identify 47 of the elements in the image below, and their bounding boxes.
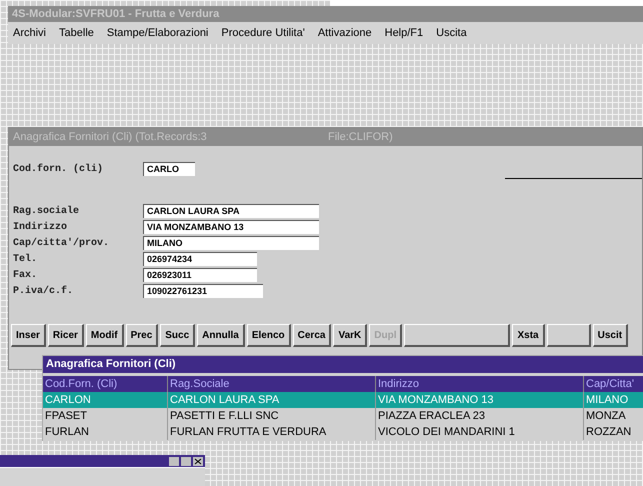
- input-field[interactable]: CARLO: [143, 162, 195, 176]
- input-field[interactable]: 026923011: [143, 268, 257, 282]
- menu-item[interactable]: Tabelle: [59, 24, 94, 42]
- column-header[interactable]: Indirizzo: [376, 376, 584, 392]
- menu-item[interactable]: Uscita: [436, 24, 467, 42]
- field-label: P.iva/c.f.: [13, 284, 74, 298]
- input-field[interactable]: 109022761231: [143, 284, 263, 298]
- toolbar-button[interactable]: Modif: [86, 324, 124, 347]
- file-label: File:CLIFOR): [328, 130, 393, 145]
- input-field[interactable]: VIA MONZAMBANO 13: [143, 220, 319, 234]
- column-header[interactable]: Cod.Forn. (Cli): [43, 376, 168, 392]
- toolbar-button[interactable]: VarK: [333, 324, 368, 347]
- menu-item[interactable]: Procedure Utilita': [221, 24, 305, 42]
- window-controls-icon[interactable]: [169, 456, 203, 466]
- field-label: Indirizzo: [13, 220, 68, 234]
- toolbar-button[interactable]: Succ: [160, 324, 196, 347]
- field-label: Cap/citta'/prov.: [13, 236, 110, 250]
- menu-item[interactable]: Attivazione: [318, 24, 372, 42]
- column-header[interactable]: Rag.Sociale: [168, 376, 376, 392]
- table-cell: VICOLO DEI MANDARINI 1: [376, 424, 584, 440]
- menu-item[interactable]: Stampe/Elaborazioni: [106, 24, 208, 42]
- window-title: Anagrafica Fornitori (Cli) (Tot.Records:3: [13, 130, 208, 145]
- toolbar-button[interactable]: Inser: [11, 324, 46, 347]
- input-field[interactable]: CARLON LAURA SPA: [143, 204, 319, 218]
- input-field[interactable]: 026974234: [143, 252, 257, 266]
- toolbar-button[interactable]: Annulla: [197, 324, 245, 347]
- toolbar-button[interactable]: Elenco: [246, 324, 291, 347]
- column-header[interactable]: Cap/Citta': [584, 376, 643, 392]
- field-label: Fax.: [13, 268, 38, 282]
- toolbar-button[interactable]: Xsta: [512, 324, 545, 347]
- toolbar-button[interactable]: Prec: [126, 324, 158, 347]
- toolbar-button[interactable]: Uscit: [592, 324, 628, 347]
- field-label: Tel.: [13, 252, 38, 266]
- window-title: Anagrafica Fornitori (Cli): [46, 357, 176, 372]
- table-cell: ROZZAN: [584, 424, 643, 440]
- table-cell: FURLAN FRUTTA E VERDURA: [168, 424, 376, 440]
- field-label: Rag.sociale: [13, 204, 80, 218]
- input-field[interactable]: MILANO: [143, 236, 319, 250]
- field-label: Cod.forn. (cli): [13, 162, 104, 176]
- menu-item[interactable]: Help/F1: [384, 24, 424, 42]
- window-title: 4S-Modular:SVFRU01 - Frutta e Verdura: [12, 6, 220, 22]
- toolbar-button[interactable]: Cerca: [292, 324, 332, 347]
- blank-button[interactable]: [546, 324, 591, 347]
- blank-button[interactable]: [404, 324, 510, 347]
- menu-item[interactable]: Archivi: [13, 24, 46, 42]
- toolbar-button[interactable]: Ricer: [48, 324, 84, 347]
- table-cell: FURLAN: [43, 424, 168, 440]
